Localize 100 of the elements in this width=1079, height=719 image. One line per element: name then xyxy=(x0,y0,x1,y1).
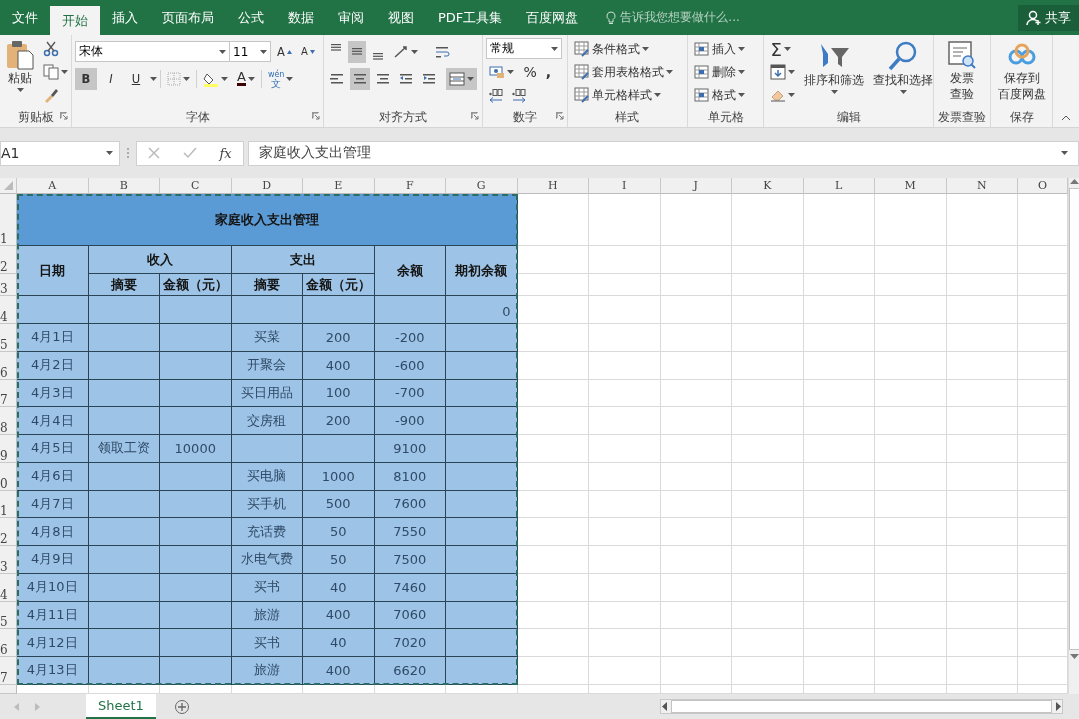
sheet-cell[interactable] xyxy=(589,246,661,274)
sheet-cell[interactable] xyxy=(803,435,875,463)
sheet-cell[interactable] xyxy=(732,462,804,491)
sheet-cell[interactable] xyxy=(946,462,1018,491)
sheet-cell[interactable] xyxy=(589,601,661,630)
ribbon-tab[interactable]: 视图 xyxy=(376,0,426,35)
sheet-cell[interactable] xyxy=(589,379,661,408)
ribbon-tab[interactable]: 页面布局 xyxy=(150,0,226,35)
ribbon-tab[interactable]: 审阅 xyxy=(326,0,376,35)
column-header[interactable]: O xyxy=(1018,178,1068,194)
sheet-cell[interactable] xyxy=(660,274,732,296)
sheet-cell[interactable] xyxy=(732,274,804,296)
sheet-cell[interactable] xyxy=(589,351,661,380)
column-header[interactable]: D xyxy=(231,178,303,194)
sheet-cell[interactable] xyxy=(660,490,732,519)
sheet-cell[interactable] xyxy=(875,490,947,519)
sheet-cell[interactable] xyxy=(946,629,1018,657)
sheet-cell[interactable] xyxy=(946,573,1018,602)
sheet-cell[interactable] xyxy=(875,194,947,246)
column-header[interactable]: C xyxy=(160,178,232,194)
sheet-cell[interactable] xyxy=(589,546,661,574)
sheet-cell[interactable] xyxy=(660,657,732,685)
sheet-cell[interactable] xyxy=(517,518,589,546)
text-style-button[interactable]: I xyxy=(100,67,122,90)
sheet-cell[interactable] xyxy=(660,546,732,574)
sheet-cell[interactable] xyxy=(660,379,732,408)
sheet-cell[interactable] xyxy=(732,407,804,435)
sheet-cell[interactable] xyxy=(946,407,1018,435)
sheet-cell[interactable] xyxy=(660,573,732,602)
sheet-cell[interactable] xyxy=(803,351,875,380)
insert-function-button[interactable]: fx xyxy=(219,145,232,161)
sheet-cell[interactable] xyxy=(517,435,589,463)
style-menu-button[interactable]: 条件格式 xyxy=(571,38,684,60)
style-menu-button[interactable]: 套用表格格式 xyxy=(571,61,684,83)
column-header[interactable]: H xyxy=(517,178,589,194)
sheet-cell[interactable] xyxy=(517,379,589,408)
sheet-cell[interactable] xyxy=(660,246,732,274)
sheet-cell[interactable] xyxy=(660,518,732,546)
sheet-cell[interactable] xyxy=(732,246,804,274)
sheet-cell[interactable] xyxy=(875,274,947,296)
sheet-cell[interactable] xyxy=(732,296,804,324)
ribbon-tab[interactable]: 百度网盘 xyxy=(514,0,591,35)
sheet-cell[interactable] xyxy=(660,629,732,657)
sheet-cell[interactable] xyxy=(732,573,804,602)
sheet-cell[interactable] xyxy=(946,518,1018,546)
horizontal-scrollbar[interactable] xyxy=(660,699,1063,714)
column-header[interactable]: G xyxy=(446,178,518,194)
sheet-cell[interactable] xyxy=(875,601,947,630)
sheet-cell[interactable] xyxy=(517,684,589,694)
merge-center-button[interactable] xyxy=(446,67,478,90)
sheet-cell[interactable] xyxy=(946,546,1018,574)
sheet-cell[interactable] xyxy=(732,684,804,694)
font-size-field[interactable]: 11 xyxy=(229,41,271,62)
sheet-cell[interactable] xyxy=(732,379,804,408)
tell-me-field[interactable]: 告诉我您想要做什么... xyxy=(600,4,746,31)
sheet-cell[interactable] xyxy=(732,601,804,630)
sheet-cell[interactable] xyxy=(803,274,875,296)
sheet-cell[interactable] xyxy=(589,684,661,694)
sheet-cell[interactable] xyxy=(732,435,804,463)
sheet-cell[interactable] xyxy=(803,296,875,324)
sheet-cell[interactable] xyxy=(589,296,661,324)
sheet-cell[interactable] xyxy=(517,324,589,352)
sheet-cell[interactable] xyxy=(875,573,947,602)
sheet-cell[interactable] xyxy=(946,490,1018,519)
autosum-button[interactable]: Σ xyxy=(767,38,799,60)
sheet-cell[interactable] xyxy=(732,490,804,519)
sheet-cell[interactable] xyxy=(875,546,947,574)
sheet-cell[interactable] xyxy=(946,657,1018,685)
sheet-cell[interactable] xyxy=(589,435,661,463)
sheet-cell[interactable] xyxy=(946,296,1018,324)
sheet-cell[interactable] xyxy=(589,274,661,296)
column-header[interactable]: B xyxy=(88,178,160,194)
sheet-cell[interactable] xyxy=(589,629,661,657)
sheet-cell[interactable] xyxy=(946,435,1018,463)
sheet-cell[interactable] xyxy=(660,462,732,491)
sheet-cell[interactable] xyxy=(803,684,875,694)
formula-field[interactable]: 家庭收入支出管理 xyxy=(248,140,1079,166)
font-color-button[interactable]: A xyxy=(234,67,258,90)
sheet-cell[interactable] xyxy=(517,274,589,296)
sheet-cell[interactable] xyxy=(875,462,947,491)
sheet-cell[interactable] xyxy=(732,629,804,657)
sheet-cell[interactable] xyxy=(803,629,875,657)
name-box[interactable]: A1 xyxy=(0,140,120,166)
phonetic-button[interactable]: wén 文 xyxy=(264,67,297,90)
row-header[interactable] xyxy=(0,684,17,694)
column-header[interactable]: I xyxy=(589,178,661,194)
sheet-cell[interactable] xyxy=(732,546,804,574)
horizontal-align-button[interactable] xyxy=(350,67,371,90)
sheet-cell[interactable] xyxy=(732,324,804,352)
sheet-cell[interactable] xyxy=(803,324,875,352)
sheet-cell[interactable] xyxy=(660,296,732,324)
column-header[interactable]: N xyxy=(946,178,1018,194)
share-button[interactable]: 共享 xyxy=(1018,4,1079,31)
row-header[interactable]: 1 xyxy=(0,233,8,245)
sheet-cell[interactable] xyxy=(660,684,732,694)
cells-menu-button[interactable]: 格式 xyxy=(690,84,761,106)
number-format-field[interactable]: 常规 xyxy=(486,38,563,59)
sheet-cell[interactable] xyxy=(803,407,875,435)
sheet-cell[interactable] xyxy=(517,573,589,602)
sheet-cell[interactable] xyxy=(589,490,661,519)
